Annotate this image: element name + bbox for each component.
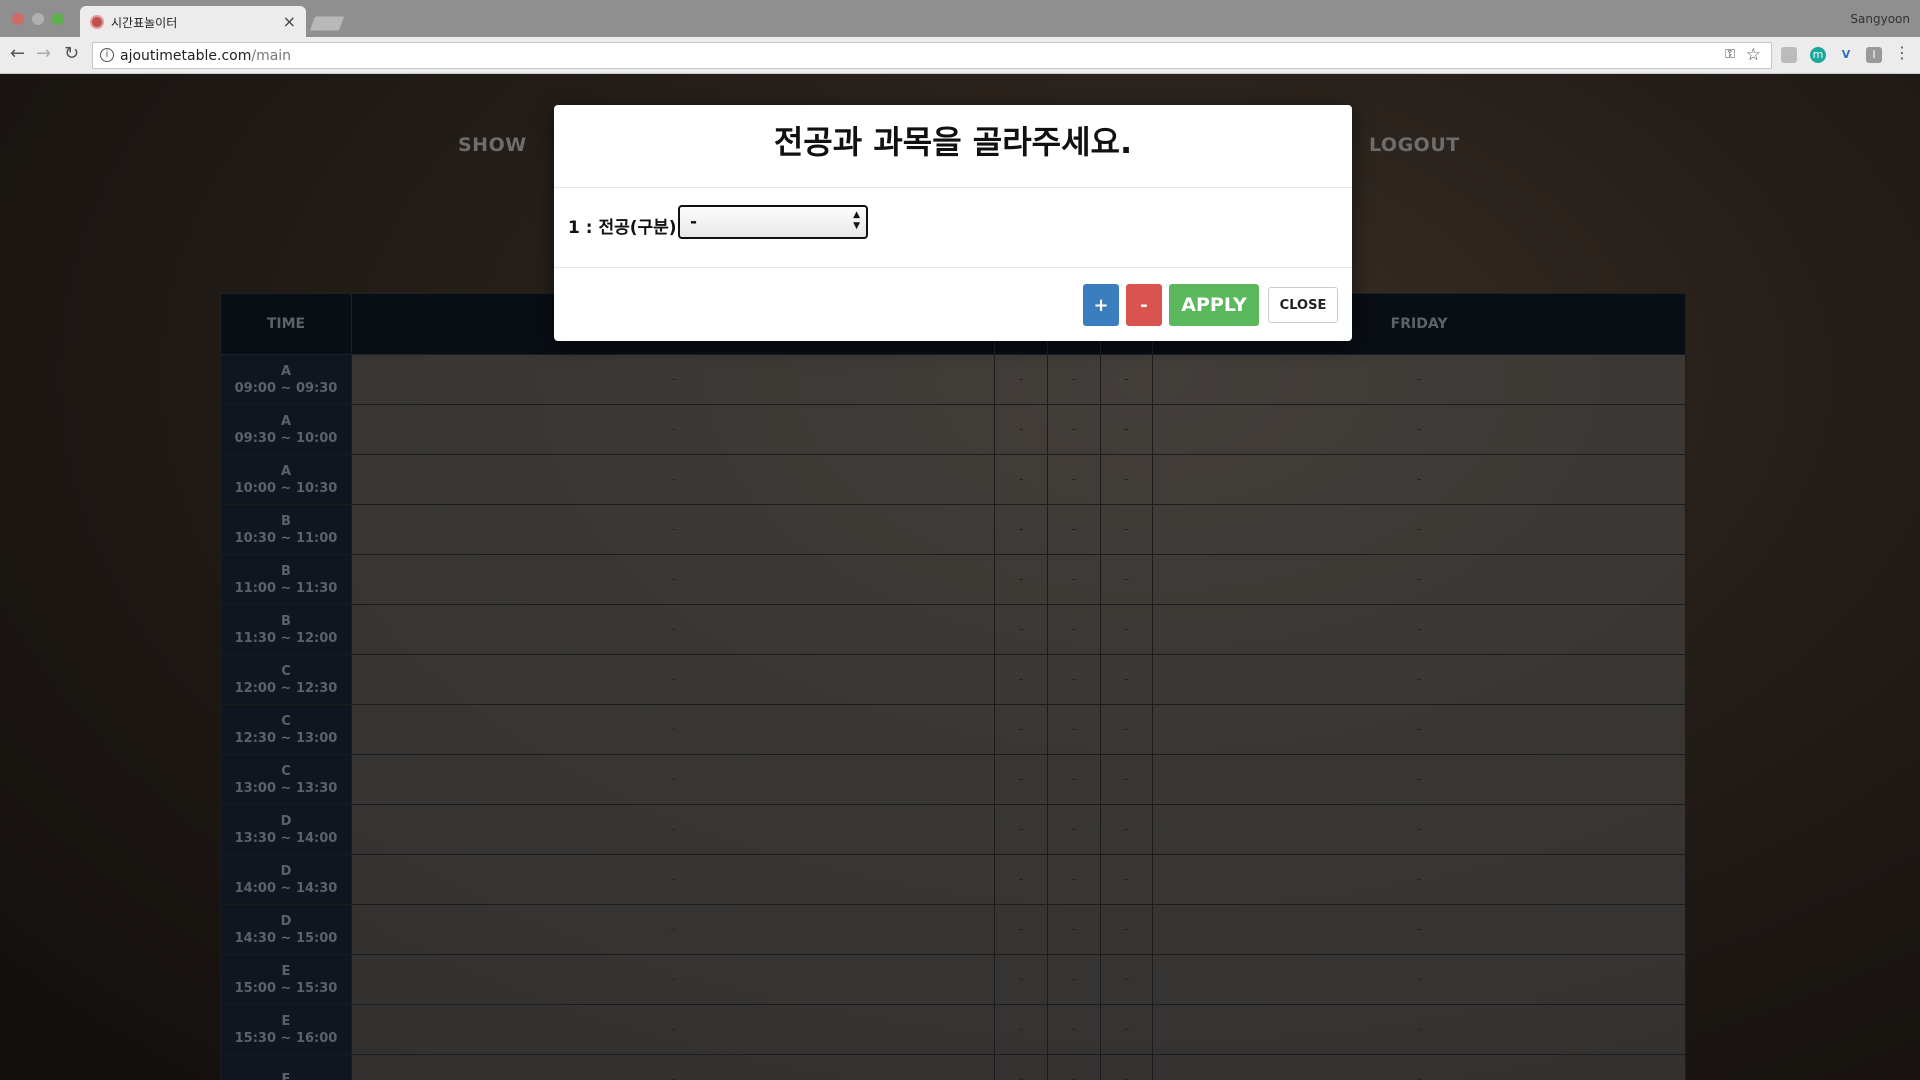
url-text: ajoutimetable.com/main	[120, 48, 291, 64]
tab-title: 시간표놀이터	[111, 16, 178, 30]
info-icon[interactable]: i	[100, 48, 114, 62]
major-select[interactable]: - ▲ ▼	[678, 205, 868, 239]
extension-v-icon[interactable]: V	[1838, 47, 1854, 63]
extension-cast-icon[interactable]	[1781, 47, 1797, 63]
major-select-value: -	[690, 212, 698, 232]
reload-icon[interactable]: ↻	[64, 43, 79, 64]
major-field-label: 1 : 전공(구분)	[568, 218, 677, 238]
new-tab-button[interactable]	[309, 16, 345, 31]
extension-m-icon[interactable]: m	[1810, 47, 1826, 63]
bookmark-star-icon[interactable]: ☆	[1746, 45, 1761, 65]
modal-body: 1 : 전공(구분) - ▲ ▼	[554, 188, 1352, 268]
extension-i-icon[interactable]: I	[1866, 47, 1882, 63]
url-host: ajoutimetable.com	[120, 48, 252, 64]
modal-header: 전공과 과목을 골라주세요.	[554, 105, 1352, 188]
address-bar[interactable]: i ajoutimetable.com/main ⚿ ☆	[92, 42, 1772, 69]
window-zoom-button[interactable]	[52, 13, 64, 25]
profile-name[interactable]: Sangyoon	[1850, 12, 1910, 26]
add-row-button[interactable]: +	[1083, 284, 1119, 326]
favicon-icon	[90, 15, 104, 29]
window-close-button[interactable]	[12, 13, 24, 25]
window-minimize-button[interactable]	[32, 13, 44, 25]
menu-icon[interactable]: ⋮	[1894, 43, 1910, 62]
browser-tab-bar: 시간표놀이터 × Sangyoon	[0, 0, 1920, 37]
back-arrow-icon[interactable]: ←	[10, 43, 25, 64]
modal-title: 전공과 과목을 골라주세요.	[773, 123, 1133, 161]
url-path: /main	[251, 48, 292, 64]
key-icon[interactable]: ⚿	[1725, 47, 1735, 62]
close-button[interactable]: CLOSE	[1268, 287, 1338, 323]
browser-toolbar: ← → ↻ i ajoutimetable.com/main ⚿ ☆ m V I…	[0, 37, 1920, 74]
remove-row-button[interactable]: -	[1126, 284, 1162, 326]
browser-tab[interactable]: 시간표놀이터 ×	[80, 6, 306, 37]
apply-button[interactable]: APPLY	[1169, 284, 1259, 326]
modal-footer: + - APPLY CLOSE	[554, 268, 1352, 340]
tab-close-icon[interactable]: ×	[283, 12, 296, 31]
select-major-modal: 전공과 과목을 골라주세요. 1 : 전공(구분) - ▲ ▼ + - APPLY…	[554, 105, 1352, 341]
forward-arrow-icon[interactable]: →	[36, 43, 51, 64]
select-arrows-icon: ▲ ▼	[853, 210, 860, 231]
